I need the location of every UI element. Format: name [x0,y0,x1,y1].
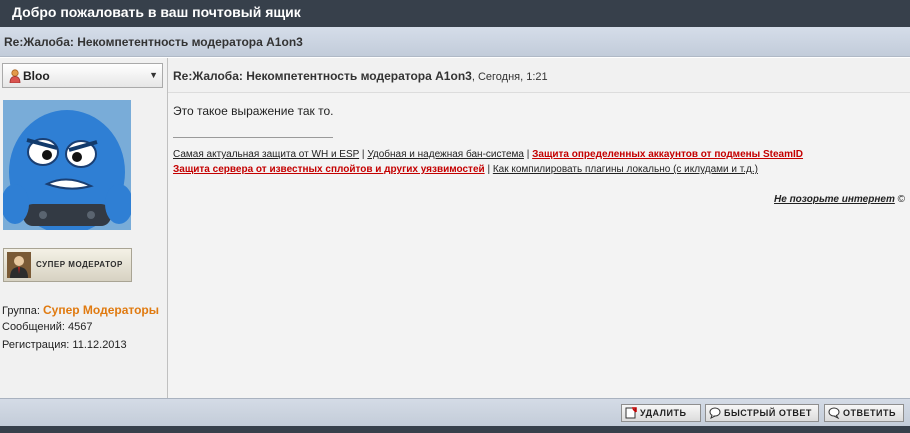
speech-bubble-icon [709,407,721,419]
user-group: Группа: Супер Модераторы [2,303,159,317]
moderator-portrait-icon [7,252,31,278]
signature-link-compile-plugins[interactable]: Как компилировать плагины локально (с ик… [493,164,758,175]
page-header-title: Добро пожаловать в ваш почтовый ящик [12,4,301,20]
posts-label: Сообщений: [2,321,65,333]
delete-button[interactable]: УДАЛИТЬ [621,404,701,422]
signature-link-wh-esp[interactable]: Самая актуальная защита от WH и ESP [173,149,359,160]
user-icon [9,69,21,83]
post-message: Это такое выражение так то. [173,104,334,118]
delete-icon [625,407,637,419]
posts-value: 4567 [68,321,93,333]
chevron-down-icon: ▼ [149,70,158,80]
post-title: Re:Жалоба: Некомпетентность модератора A… [173,69,472,83]
post-header: Re:Жалоба: Некомпетентность модератора A… [168,58,910,93]
signature-divider [173,137,333,138]
user-menu-dropdown[interactable]: Bloo ▼ [2,63,163,88]
signature-separator: | [487,164,491,175]
registration-value: 11.12.2013 [72,339,127,351]
copyright-symbol: © [897,194,905,205]
signature-line-2: Защита сервера от известных сплойтов и д… [173,164,758,175]
reply-icon [828,407,840,419]
username: Bloo [23,69,50,83]
signature-link-ban-system[interactable]: Удобная и надежная бан-система [367,149,524,160]
post-body: Это такое выражение так то. Самая актуал… [168,94,910,398]
thread-title-bar: Re:Жалоба: Некомпетентность модератора A… [0,27,910,57]
post-date: , Сегодня, 1:21 [471,71,548,83]
thread-title: Re:Жалоба: Некомпетентность модератора A… [4,35,303,49]
footer-strip [0,426,910,433]
reply-button-label: ОТВЕТИТЬ [843,408,896,418]
avatar [3,100,131,230]
user-panel: Bloo ▼ СУПЕР МОДЕРАТОР Группа: Супер Мод… [0,58,168,398]
group-label: Группа: [2,305,40,317]
rank-badge-label: СУПЕР МОДЕРАТОР [36,260,123,269]
quick-reply-button[interactable]: БЫСТРЫЙ ОТВЕТ [705,404,819,422]
credit-link[interactable]: Не позорьте интернет [774,194,895,205]
user-posts: Сообщений: 4567 [2,321,93,333]
quick-reply-button-label: БЫСТРЫЙ ОТВЕТ [724,408,812,418]
post-actions-bar: УДАЛИТЬ БЫСТРЫЙ ОТВЕТ ОТВЕТИТЬ [0,398,910,427]
rank-badge: СУПЕР МОДЕРАТОР [3,248,132,282]
signature-credit: Не позорьте интернет © [774,194,905,205]
reply-button[interactable]: ОТВЕТИТЬ [824,404,904,422]
signature-separator: | [526,149,530,160]
group-value[interactable]: Супер Модераторы [43,303,159,317]
page-header: Добро пожаловать в ваш почтовый ящик [0,0,910,27]
user-registration: Регистрация: 11.12.2013 [2,339,127,351]
signature-separator: | [361,149,365,160]
post: Bloo ▼ СУПЕР МОДЕРАТОР Группа: Супер Мод… [0,58,910,398]
registration-label: Регистрация: [2,339,70,351]
delete-button-label: УДАЛИТЬ [640,408,687,418]
signature-link-exploits[interactable]: Защита сервера от известных сплойтов и д… [173,164,485,175]
signature-link-steamid[interactable]: Защита определенных аккаунтов от подмены… [532,149,803,160]
signature-line-1: Самая актуальная защита от WH и ESP | Уд… [173,149,803,160]
